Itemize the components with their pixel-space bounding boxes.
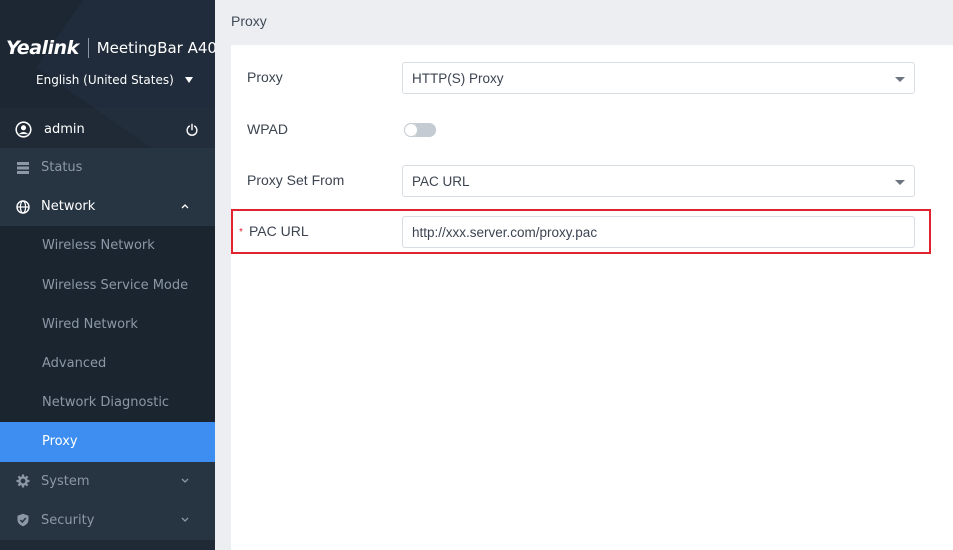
status-icon xyxy=(17,161,29,174)
sidebar-nav: Status Network Wireless Network Wireless… xyxy=(0,148,215,540)
dropdown-arrow-icon xyxy=(895,180,905,185)
sidebar-item-label: Network xyxy=(41,199,96,215)
chevron-down-icon xyxy=(181,517,189,522)
globe-icon xyxy=(16,200,30,214)
proxy-set-from-value: PAC URL xyxy=(412,174,470,189)
required-mark: * xyxy=(239,227,243,238)
wpad-label: WPAD xyxy=(247,121,288,137)
sidebar-item-label: Network Diagnostic xyxy=(42,395,170,411)
sidebar-item-wired-network[interactable]: Wired Network xyxy=(0,304,215,344)
sidebar-item-system[interactable]: System xyxy=(0,461,215,501)
power-icon[interactable] xyxy=(185,123,199,137)
user-circle-icon xyxy=(15,120,32,138)
proxy-label: Proxy xyxy=(247,69,283,85)
proxy-set-from-label: Proxy Set From xyxy=(247,172,345,188)
sidebar-item-wireless-network[interactable]: Wireless Network xyxy=(0,226,215,266)
pac-url-label: PAC URL xyxy=(249,223,309,239)
sidebar-item-status[interactable]: Status xyxy=(0,148,215,188)
caret-down-icon xyxy=(184,77,193,83)
sidebar-item-label: Wired Network xyxy=(42,316,138,332)
username: admin xyxy=(44,121,85,137)
page-header: Proxy xyxy=(215,0,953,45)
proxy-settings-panel: Proxy HTTP(S) Proxy WPAD Proxy Set From … xyxy=(231,45,953,550)
sidebar-item-network[interactable]: Network xyxy=(0,187,215,227)
sidebar: Yealink MeetingBar A40 English (United S… xyxy=(0,0,215,550)
brand-divider xyxy=(87,38,89,58)
brand-area: Yealink MeetingBar A40 English (United S… xyxy=(0,0,215,108)
shield-icon xyxy=(17,514,29,527)
sidebar-item-label: Advanced xyxy=(42,356,107,372)
sidebar-item-label: Proxy xyxy=(42,434,78,450)
sidebar-item-label: System xyxy=(41,473,90,489)
language-label: English (United States) xyxy=(36,73,174,87)
chevron-up-icon xyxy=(181,204,189,209)
toggle-knob xyxy=(404,123,436,137)
sidebar-item-label: Wireless Network xyxy=(42,238,155,254)
sidebar-item-advanced[interactable]: Advanced xyxy=(0,343,215,384)
page-title: Proxy xyxy=(231,13,267,29)
pac-url-input[interactable] xyxy=(402,216,915,248)
sidebar-item-label: Security xyxy=(41,512,95,528)
brand-row: Yealink MeetingBar A40 xyxy=(6,37,215,59)
yealink-logo: Yealink xyxy=(6,37,79,59)
sidebar-item-wireless-service-mode[interactable]: Wireless Service Mode xyxy=(0,265,215,305)
proxy-select-value: HTTP(S) Proxy xyxy=(412,71,504,86)
language-selector[interactable]: English (United States) xyxy=(36,73,193,87)
sidebar-item-label: Wireless Service Mode xyxy=(42,277,189,293)
user-row: admin xyxy=(0,110,215,148)
dropdown-arrow-icon xyxy=(895,77,905,82)
sidebar-item-proxy[interactable]: Proxy xyxy=(0,422,215,462)
gear-icon xyxy=(16,474,30,488)
sidebar-item-security[interactable]: Security xyxy=(0,500,215,540)
product-name: MeetingBar A40 xyxy=(96,39,215,57)
sidebar-item-label: Status xyxy=(41,160,83,176)
proxy-set-from-select[interactable]: PAC URL xyxy=(402,165,915,197)
chevron-down-icon xyxy=(181,478,189,483)
sidebar-item-network-diagnostic[interactable]: Network Diagnostic xyxy=(0,383,215,423)
proxy-select[interactable]: HTTP(S) Proxy xyxy=(402,62,915,94)
wpad-toggle[interactable] xyxy=(404,123,436,137)
